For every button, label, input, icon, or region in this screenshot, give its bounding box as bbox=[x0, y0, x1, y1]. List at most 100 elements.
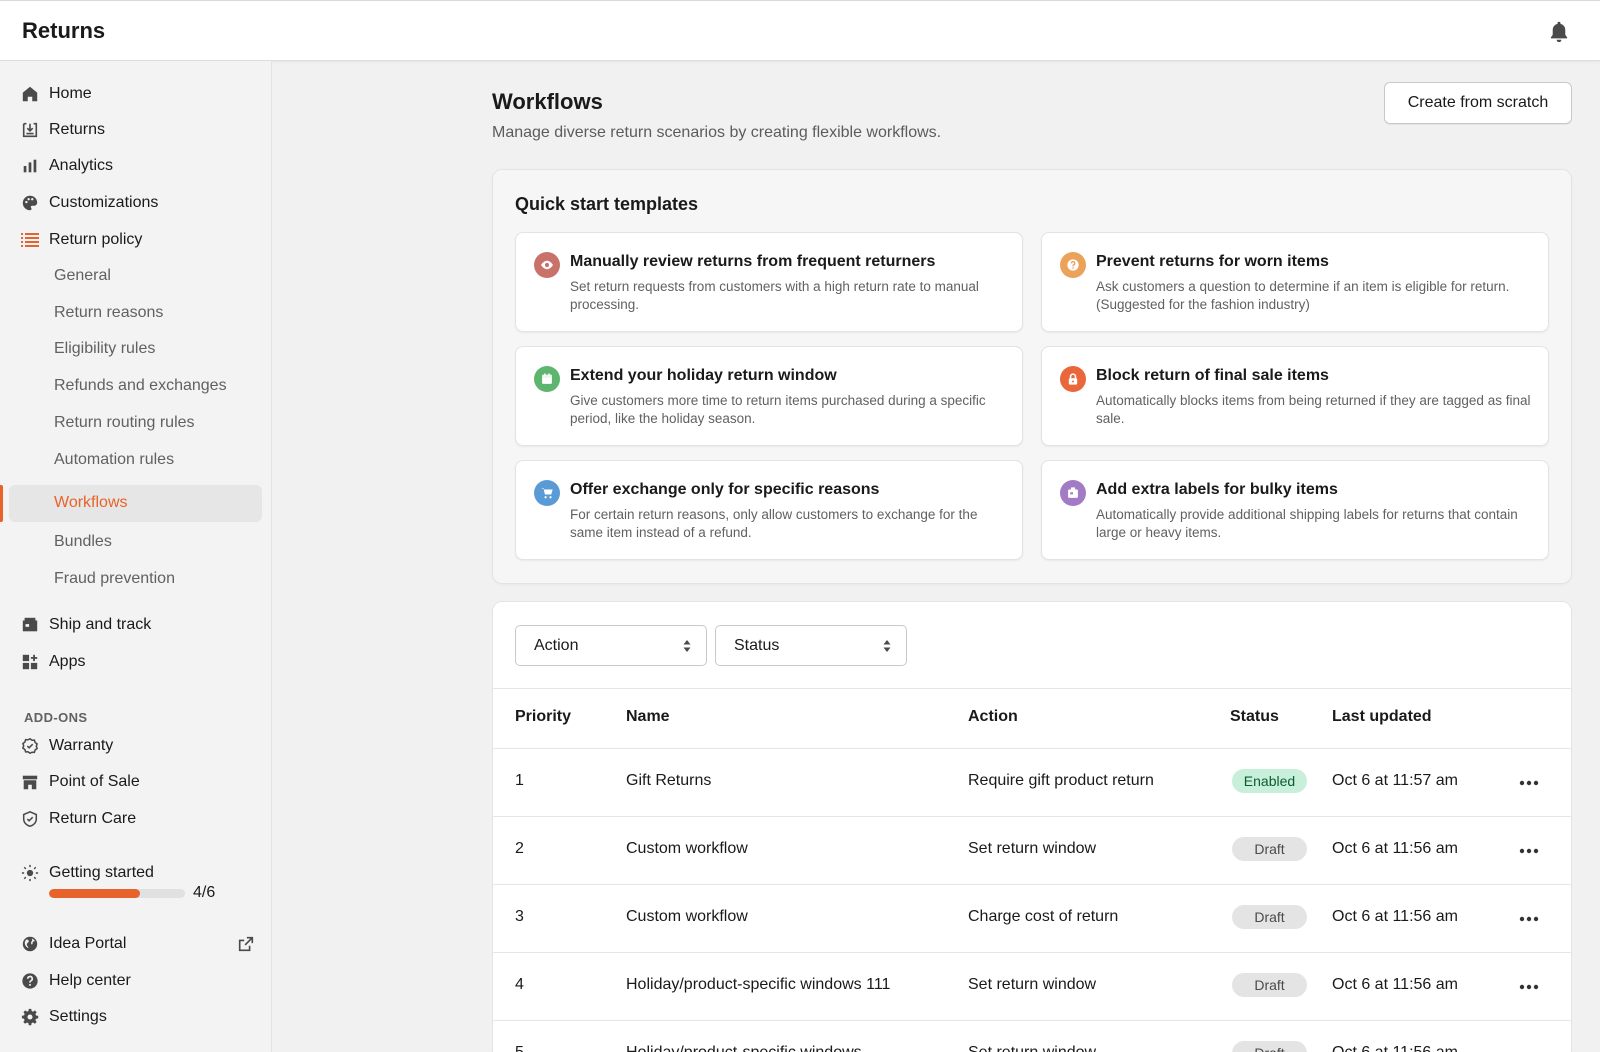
sidebar-item-idea-portal[interactable]: Idea Portal bbox=[20, 928, 126, 960]
row-priority: 2 bbox=[515, 840, 524, 857]
status-filter-select[interactable]: Status bbox=[715, 625, 907, 666]
sidebar-subitem-refunds-exchanges[interactable]: Refunds and exchanges bbox=[54, 370, 227, 402]
sidebar-subitem-fraud-prevention[interactable]: Fraud prevention bbox=[54, 563, 175, 595]
cart-icon bbox=[534, 480, 560, 506]
sidebar-subitem-automation-rules[interactable]: Automation rules bbox=[54, 444, 174, 476]
sidebar-item-return-policy[interactable]: Return policy bbox=[20, 224, 142, 256]
sidebar-item-label: Point of Sale bbox=[49, 773, 140, 790]
top-bar: Returns bbox=[0, 0, 1600, 61]
template-title: Add extra labels for bulky items bbox=[1096, 481, 1338, 498]
more-actions-icon[interactable] bbox=[1517, 977, 1541, 997]
sidebar-item-help-center[interactable]: Help center bbox=[20, 965, 131, 997]
more-actions-icon[interactable] bbox=[1517, 909, 1541, 929]
quick-start-title: Quick start templates bbox=[515, 194, 699, 214]
more-actions-icon[interactable] bbox=[1517, 1045, 1541, 1052]
lightbulb-icon bbox=[20, 863, 40, 883]
sidebar-item-apps[interactable]: Apps bbox=[20, 646, 85, 678]
sidebar-item-warranty[interactable]: Warranty bbox=[20, 730, 113, 762]
sidebar-item-label: Warranty bbox=[49, 737, 114, 754]
bell-icon[interactable] bbox=[1546, 19, 1572, 45]
sidebar-item-label: Customizations bbox=[49, 194, 159, 211]
template-card-final-sale[interactable]: Block return of final sale items Automat… bbox=[1041, 346, 1549, 446]
sidebar-item-label: Settings bbox=[49, 1008, 107, 1025]
column-header-priority[interactable]: Priority bbox=[515, 708, 571, 726]
row-name: Gift Returns bbox=[626, 772, 712, 789]
row-action: Set return window bbox=[968, 976, 1097, 993]
action-filter-label: Action bbox=[534, 636, 579, 654]
template-card-holiday-window[interactable]: Extend your holiday return window Give c… bbox=[515, 346, 1023, 446]
sidebar-item-point-of-sale[interactable]: Point of Sale bbox=[20, 766, 140, 798]
row-action: Set return window bbox=[968, 840, 1097, 857]
app-title: Returns bbox=[22, 18, 106, 43]
table-row[interactable]: 3 Custom workflow Charge cost of return … bbox=[493, 885, 1571, 953]
sidebar-item-analytics[interactable]: Analytics bbox=[20, 150, 113, 182]
sidebar-item-ship-and-track[interactable]: Ship and track bbox=[20, 609, 151, 641]
quick-start-card: Quick start templates Manually review re… bbox=[492, 169, 1572, 584]
template-description: Ask customers a question to determine if… bbox=[1096, 279, 1510, 312]
shield-check-icon bbox=[20, 809, 40, 829]
list-icon bbox=[20, 230, 40, 250]
table-row[interactable]: 1 Gift Returns Require gift product retu… bbox=[493, 749, 1571, 817]
returns-icon bbox=[20, 120, 40, 140]
sidebar-item-customizations[interactable]: Customizations bbox=[20, 187, 158, 219]
row-last-updated: Oct 6 at 11:56 am bbox=[1332, 840, 1458, 857]
row-last-updated: Oct 6 at 11:57 am bbox=[1332, 772, 1458, 789]
status-badge: Enabled bbox=[1232, 769, 1307, 793]
template-title: Block return of final sale items bbox=[1096, 367, 1329, 384]
column-header-last-updated[interactable]: Last updated bbox=[1332, 708, 1432, 726]
filter-bar: Action Status bbox=[493, 602, 1571, 689]
sidebar-item-returns[interactable]: Returns bbox=[20, 114, 105, 146]
template-description: For certain return reasons, only allow c… bbox=[570, 507, 978, 540]
sidebar-item-home[interactable]: Home bbox=[20, 78, 92, 110]
active-item-indicator bbox=[0, 485, 3, 522]
action-filter-select[interactable]: Action bbox=[515, 625, 707, 666]
template-title: Offer exchange only for specific reasons bbox=[570, 481, 880, 498]
row-name: Custom workflow bbox=[626, 840, 748, 857]
template-card-bulky-items[interactable]: Add extra labels for bulky items Automat… bbox=[1041, 460, 1549, 560]
row-name: Holiday/product-specific windows bbox=[626, 1044, 862, 1052]
addons-section-label: ADD-ONS bbox=[24, 710, 88, 725]
template-card-frequent-returners[interactable]: Manually review returns from frequent re… bbox=[515, 232, 1023, 332]
sidebar-subitem-workflows[interactable]: Workflows bbox=[54, 487, 128, 519]
table-row[interactable]: 2 Custom workflow Set return window Draf… bbox=[493, 817, 1571, 885]
table-row[interactable]: 4 Holiday/product-specific windows 111 S… bbox=[493, 953, 1571, 1021]
page-title: Workflows bbox=[492, 89, 603, 114]
table-row[interactable]: 5 Holiday/product-specific windows Set r… bbox=[493, 1021, 1571, 1052]
row-action: Set return window bbox=[968, 1044, 1096, 1052]
sidebar-item-label: Analytics bbox=[49, 157, 114, 174]
sidebar-subitem-bundles[interactable]: Bundles bbox=[54, 526, 112, 558]
palette-icon bbox=[20, 193, 40, 213]
sidebar-item-return-care[interactable]: Return Care bbox=[20, 803, 136, 835]
sidebar-item-settings[interactable]: Settings bbox=[20, 1001, 107, 1033]
sidebar-item-getting-started[interactable]: Getting started bbox=[20, 857, 154, 889]
ship-icon bbox=[20, 615, 40, 635]
create-from-scratch-button[interactable]: Create from scratch bbox=[1384, 82, 1572, 124]
sidebar-subitem-general[interactable]: General bbox=[54, 260, 111, 292]
row-action: Charge cost of return bbox=[968, 908, 1119, 925]
getting-started-progress-fill bbox=[49, 889, 140, 898]
template-card-worn-items[interactable]: Prevent returns for worn items Ask custo… bbox=[1041, 232, 1549, 332]
column-header-status[interactable]: Status bbox=[1230, 708, 1279, 726]
more-actions-icon[interactable] bbox=[1517, 773, 1541, 793]
row-priority: 1 bbox=[515, 772, 524, 789]
external-link-icon[interactable] bbox=[237, 935, 255, 953]
more-actions-icon[interactable] bbox=[1517, 841, 1541, 861]
sidebar-subitem-return-reasons[interactable]: Return reasons bbox=[54, 297, 163, 329]
template-title: Manually review returns from frequent re… bbox=[570, 253, 936, 270]
row-priority: 4 bbox=[515, 976, 524, 993]
status-badge: Draft bbox=[1232, 905, 1307, 929]
sidebar-subitem-return-routing-rules[interactable]: Return routing rules bbox=[54, 407, 195, 439]
sidebar-subitem-eligibility-rules[interactable]: Eligibility rules bbox=[54, 333, 155, 365]
getting-started-progress-bar bbox=[49, 889, 185, 898]
apps-icon bbox=[20, 652, 40, 672]
template-title: Extend your holiday return window bbox=[570, 367, 837, 384]
select-caret-icon bbox=[683, 640, 691, 652]
row-last-updated: Oct 6 at 11:56 am bbox=[1332, 908, 1458, 925]
workflows-table-card: Action Status Priority Name Action Statu… bbox=[492, 601, 1572, 1052]
template-card-exchange-only[interactable]: Offer exchange only for specific reasons… bbox=[515, 460, 1023, 560]
template-title: Prevent returns for worn items bbox=[1096, 253, 1329, 270]
calendar-icon bbox=[534, 366, 560, 392]
column-header-action[interactable]: Action bbox=[968, 708, 1018, 726]
column-header-name[interactable]: Name bbox=[626, 708, 670, 726]
analytics-icon bbox=[20, 156, 40, 176]
